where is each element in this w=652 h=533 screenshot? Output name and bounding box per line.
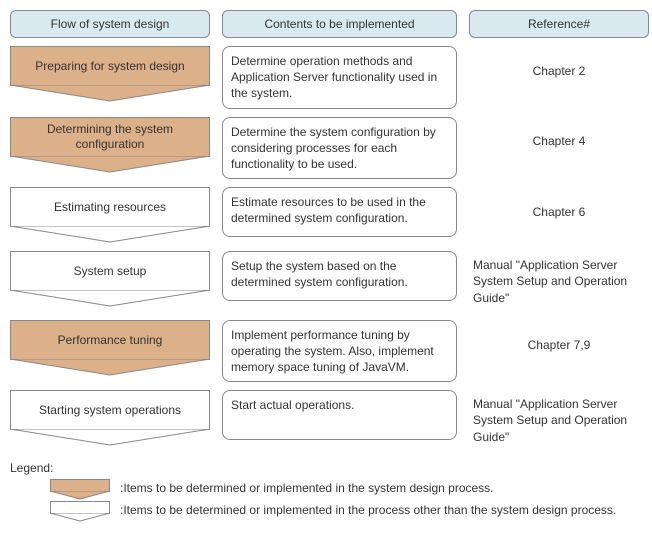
content-box: Start actual operations. <box>222 390 457 440</box>
legend-title: Legend: <box>10 461 642 475</box>
flow-step: Performance tuning <box>10 320 210 376</box>
chevron-down-icon <box>10 226 210 243</box>
reference-text: Chapter 2 <box>469 46 649 96</box>
content-box: Implement performance tuning by operatin… <box>222 320 457 383</box>
legend-text-filled: :Items to be determined or implemented i… <box>120 479 642 497</box>
legend-text-empty: :Items to be determined or implemented i… <box>120 501 642 519</box>
chevron-down-icon <box>10 429 210 446</box>
content-box: Setup the system based on the determined… <box>222 251 457 301</box>
header-reference: Reference# <box>469 10 649 38</box>
legend-row-empty: :Items to be determined or implemented i… <box>10 501 642 521</box>
flow-step-label: Determining the system configuration <box>10 117 210 157</box>
reference-text: Chapter 6 <box>469 187 649 237</box>
flow-step: Starting system operations <box>10 390 210 446</box>
reference-text: Manual "Application Server System Setup … <box>469 251 649 312</box>
flow-step: Estimating resources <box>10 187 210 243</box>
flow-step-label: System setup <box>10 251 210 291</box>
content-box: Estimate resources to be used in the det… <box>222 187 457 237</box>
header-contents: Contents to be implemented <box>222 10 457 38</box>
content-box: Determine the system configuration by co… <box>222 117 457 180</box>
legend-row-filled: :Items to be determined or implemented i… <box>10 479 642 499</box>
chevron-down-icon <box>10 156 210 173</box>
chevron-down-icon <box>10 359 210 376</box>
reference-text: Chapter 7,9 <box>469 320 649 370</box>
legend-swatch-filled <box>50 479 110 499</box>
flow-step: Preparing for system design <box>10 46 210 102</box>
flow-step-label: Starting system operations <box>10 390 210 430</box>
legend-swatch-empty <box>50 501 110 521</box>
content-box: Determine operation methods and Applicat… <box>222 46 457 109</box>
diagram-grid: Flow of system design Contents to be impl… <box>10 10 642 451</box>
chevron-down-icon <box>10 85 210 102</box>
flow-step: Determining the system configuration <box>10 117 210 173</box>
flow-step-label: Performance tuning <box>10 320 210 360</box>
flow-step-label: Estimating resources <box>10 187 210 227</box>
chevron-down-icon <box>10 290 210 307</box>
flow-step-label: Preparing for system design <box>10 46 210 86</box>
flow-step: System setup <box>10 251 210 307</box>
reference-text: Chapter 4 <box>469 117 649 167</box>
reference-text: Manual "Application Server System Setup … <box>469 390 649 451</box>
header-flow: Flow of system design <box>10 10 210 38</box>
